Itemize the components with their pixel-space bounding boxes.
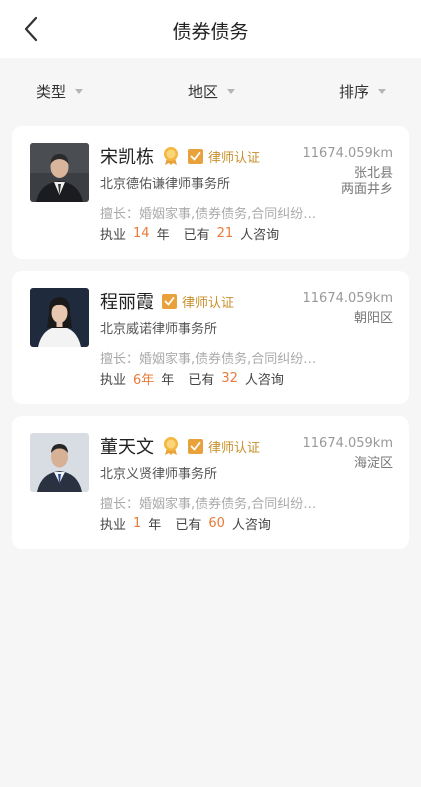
practice-years: 14 [133, 226, 150, 241]
consult-suffix: 人咨询 [244, 373, 284, 388]
consult-suffix: 人咨询 [240, 228, 280, 243]
filter-region-label: 地区 [188, 83, 219, 101]
consult-prefix: 已有 [183, 228, 210, 243]
filter-sort-label: 排序 [339, 83, 370, 101]
specialties: 擅长：婚姻家事,债券债务,合同纠纷… [100, 207, 317, 222]
lawyer-name: 程丽霞 [100, 292, 154, 313]
practice-stats: 执业 14 年 已有 21 人咨询 [100, 224, 279, 243]
practice-prefix: 执业 [100, 518, 127, 533]
filter-type-label: 类型 [36, 83, 67, 101]
lawyer-card[interactable]: 程丽霞 律师认证 11674.059km 朝阳区 北京威诺律师事务所 擅长：婚姻… [12, 271, 409, 404]
medal-icon [162, 146, 180, 166]
certification-badge: 律师认证 [188, 437, 260, 456]
practice-stats: 执业 6年 年 已有 32 人咨询 [100, 369, 284, 388]
name-row: 宋凯栋 律师认证 [100, 143, 260, 169]
filter-sort[interactable]: 排序 [339, 81, 387, 102]
years-unit: 年 [161, 373, 175, 388]
certification-label: 律师认证 [182, 295, 235, 311]
avatar [30, 288, 89, 347]
region-line-1: 海淀区 [353, 456, 393, 471]
medal-icon [162, 436, 180, 456]
check-badge-icon [188, 438, 203, 454]
check-badge-icon [162, 293, 177, 309]
consult-count: 32 [221, 371, 238, 386]
practice-stats: 执业 1 年 已有 60 人咨询 [100, 514, 271, 533]
consult-prefix: 已有 [188, 373, 215, 388]
region-line-1: 朝阳区 [353, 311, 393, 326]
lawyer-name: 宋凯栋 [100, 147, 154, 168]
law-firm: 北京威诺律师事务所 [100, 322, 218, 337]
practice-prefix: 执业 [100, 228, 127, 243]
nav-header: 债券债务 [0, 0, 421, 58]
caret-down-icon [378, 89, 387, 94]
distance: 11674.059km [302, 436, 394, 451]
caret-down-icon [75, 89, 84, 94]
distance: 11674.059km [302, 146, 394, 161]
name-row: 董天文 律师认证 [100, 433, 260, 459]
practice-years: 6年 [133, 373, 155, 388]
caret-down-icon [227, 89, 236, 94]
years-unit: 年 [156, 228, 170, 243]
specialties: 擅长：婚姻家事,债券债务,合同纠纷… [100, 352, 317, 367]
page-title: 债券债务 [172, 21, 249, 43]
consult-count: 60 [208, 516, 225, 531]
avatar [30, 433, 89, 492]
check-badge-icon [188, 148, 203, 164]
filter-type[interactable]: 类型 [36, 81, 84, 102]
years-unit: 年 [148, 518, 162, 533]
practice-prefix: 执业 [100, 373, 127, 388]
specialties: 擅长：婚姻家事,债券债务,合同纠纷… [100, 497, 317, 512]
law-firm: 北京义贤律师事务所 [100, 467, 218, 482]
region-line-2: 两面井乡 [340, 182, 393, 197]
lawyer-card[interactable]: 宋凯栋 律师认证 11674.059km 张北县 两面井乡 北京德佑谦律师事务所… [12, 126, 409, 259]
certification-badge: 律师认证 [162, 292, 234, 311]
filter-region[interactable]: 地区 [188, 81, 236, 102]
name-row: 程丽霞 律师认证 [100, 288, 234, 314]
law-firm: 北京德佑谦律师事务所 [100, 177, 231, 192]
lawyer-card[interactable]: 董天文 律师认证 11674.059km 海淀区 北京义贤律师事务所 擅长：婚姻… [12, 416, 409, 549]
certification-label: 律师认证 [208, 440, 261, 456]
consult-count: 21 [216, 226, 234, 241]
distance: 11674.059km [302, 291, 394, 306]
certification-badge: 律师认证 [188, 147, 260, 166]
certification-label: 律师认证 [208, 150, 261, 166]
consult-prefix: 已有 [175, 518, 202, 533]
practice-years: 1 [133, 516, 142, 531]
avatar [30, 143, 89, 202]
consult-suffix: 人咨询 [231, 518, 271, 533]
lawyer-name: 董天文 [100, 437, 154, 458]
filter-bar: 类型 地区 排序 [0, 72, 421, 112]
